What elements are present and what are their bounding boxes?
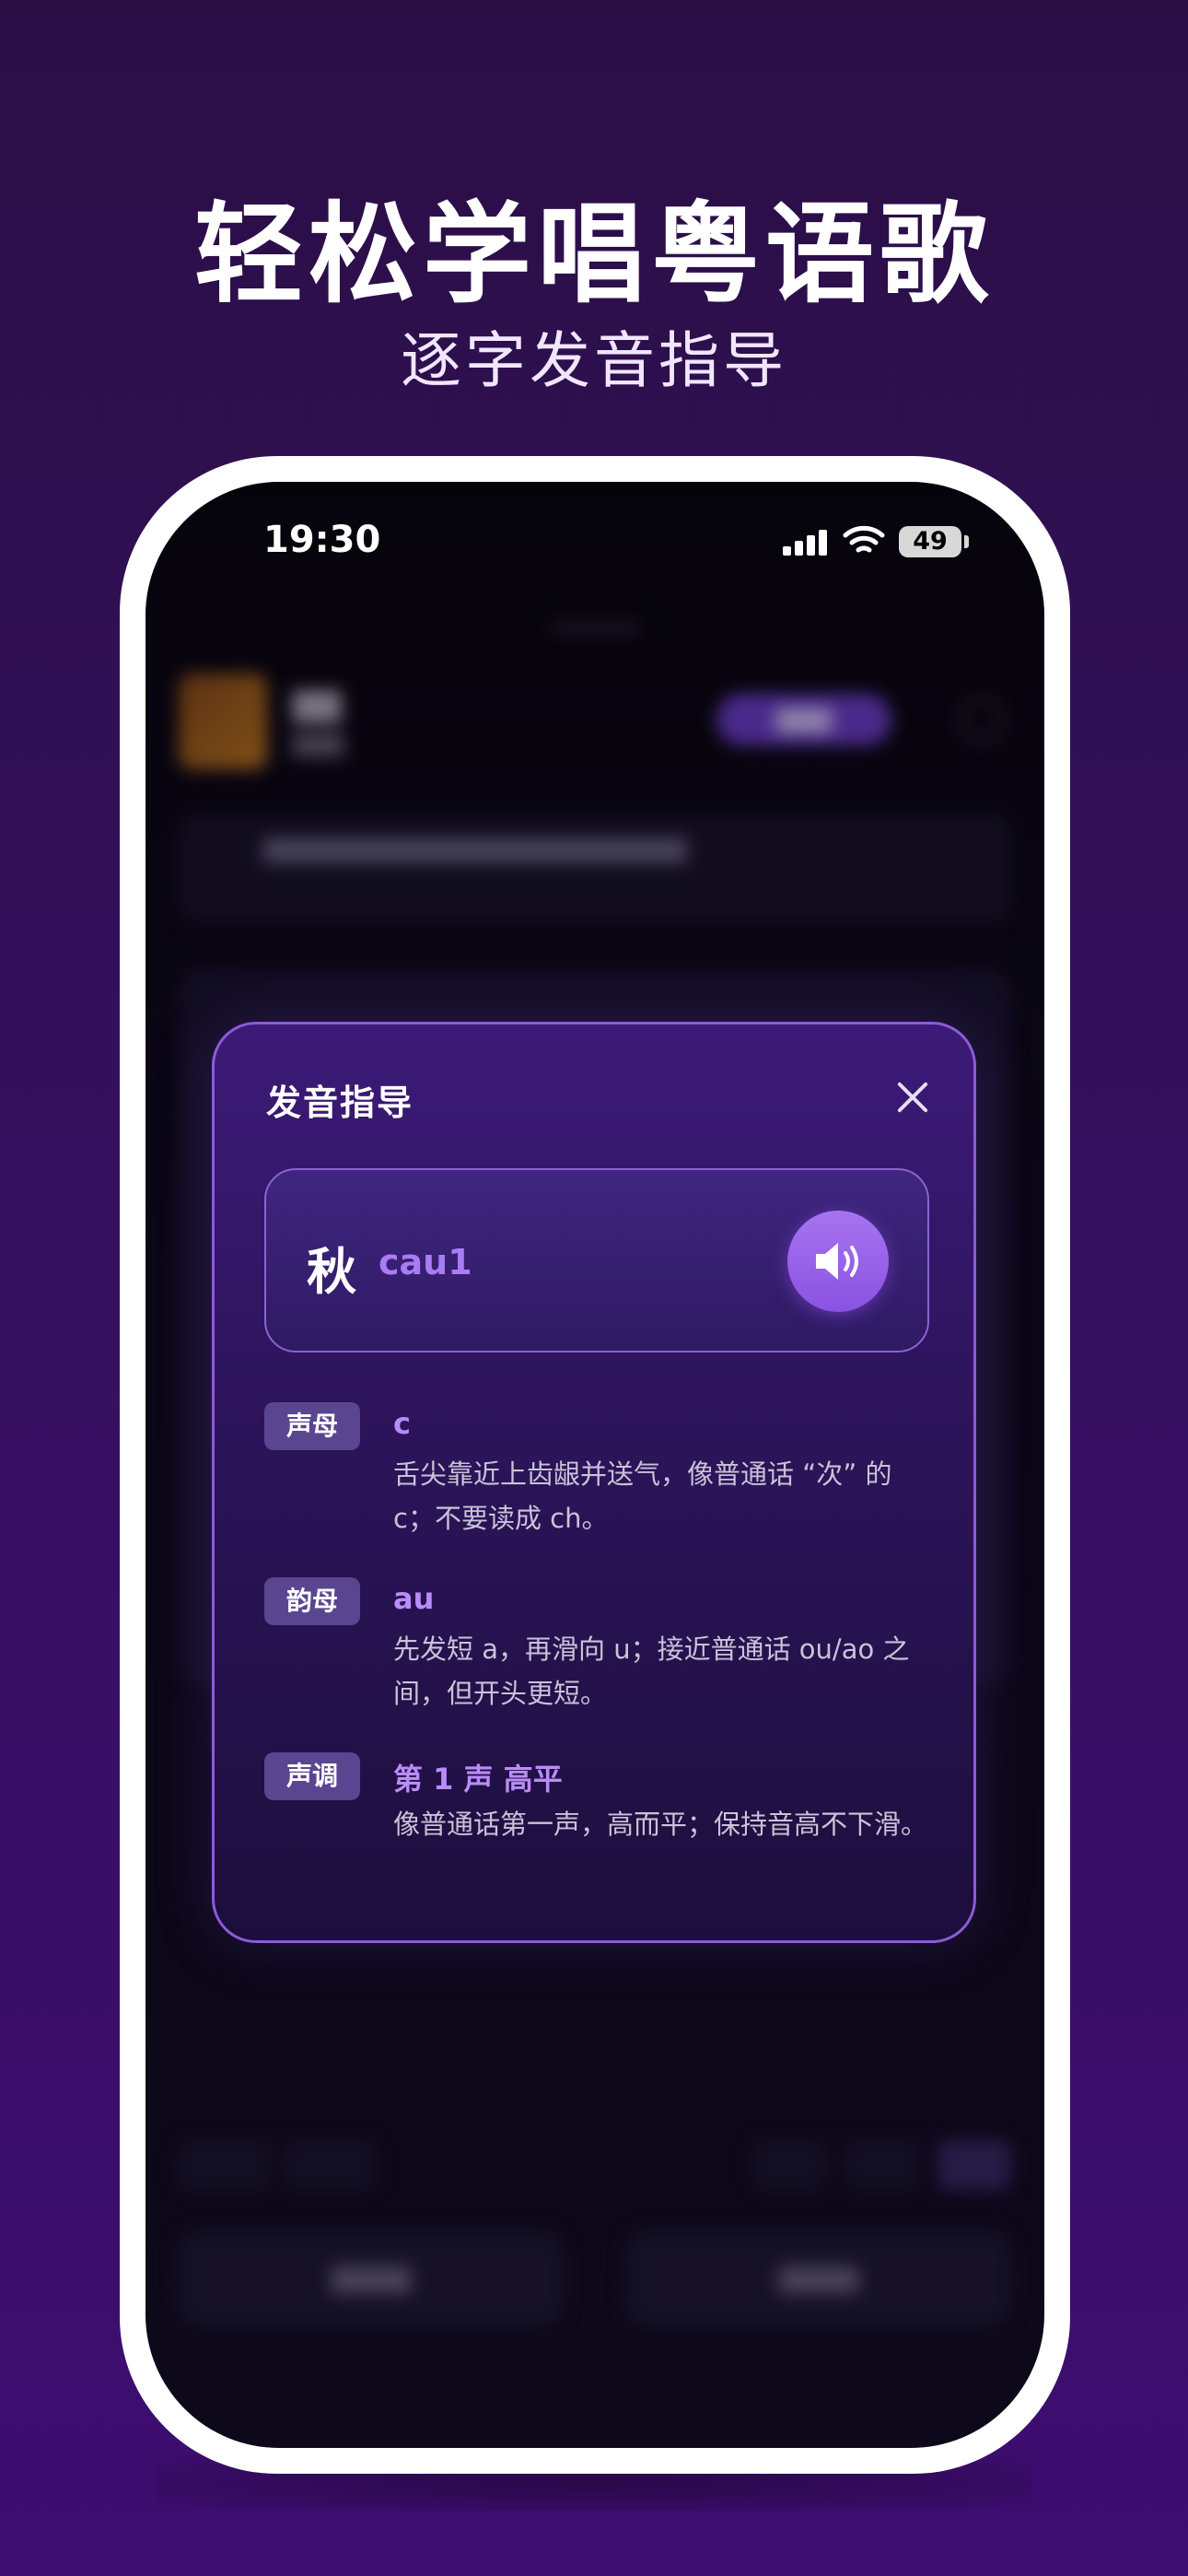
jyutping: cau1 — [379, 1242, 472, 1282]
initial-value: c — [393, 1406, 411, 1441]
status-time: 19:30 — [263, 519, 381, 561]
tone-description: 像普通话第一声，高而平；保持音高不下滑。 — [393, 1809, 928, 1840]
subheadline: 逐字发音指导 — [401, 325, 787, 396]
final-tag: 韵母 — [264, 1577, 360, 1625]
initial-tag: 声母 — [264, 1402, 360, 1450]
tone-section: 声调 第 1 声 高平 像普通话第一声，高而平；保持音高不下滑。 — [264, 1752, 927, 1900]
wifi-icon — [843, 525, 885, 553]
word-card: 秋 cau1 — [264, 1168, 929, 1352]
close-icon[interactable] — [891, 1076, 934, 1118]
headline: 轻松学唱粤语歌 — [193, 191, 994, 318]
initial-description: 舌尖靠近上齿龈并送气，像普通话 “次” 的 c；不要读成 ch。 — [393, 1458, 892, 1534]
battery-indicator: 49 — [899, 526, 961, 557]
pronunciation-guide-dialog: 发音指导 秋 cau1 声母 c 舌尖靠近上齿龈并送气，像普通话 “次” 的 c… — [212, 1022, 976, 1943]
battery-tip — [964, 535, 969, 548]
tone-tag: 声调 — [264, 1752, 360, 1800]
phone-screen: ▇▇ ▇▇▇ ▇▇▇ ▇▇▇▇▇▇▇▇▇▇▇▇▇▇▇▇▇▇▇▇▇▇▇ ▇▇▇▇ … — [146, 482, 1044, 2448]
initial-section: 声母 c 舌尖靠近上齿龈并送气，像普通话 “次” 的 c；不要读成 ch。 — [264, 1402, 927, 1550]
cellular-signal-icon — [783, 530, 829, 556]
play-pronunciation-button[interactable] — [787, 1211, 889, 1312]
status-bar: 19:30 49 — [146, 482, 1044, 602]
tone-value: 第 1 声 高平 — [393, 1762, 563, 1797]
final-section: 韵母 au 先发短 a，再滑向 u；接近普通话 ou/ao 之间，但开头更短。 — [264, 1577, 927, 1725]
dialog-title: 发音指导 — [266, 1083, 414, 1123]
final-description: 先发短 a，再滑向 u；接近普通话 ou/ao 之间，但开头更短。 — [393, 1633, 910, 1709]
final-value: au — [393, 1581, 435, 1616]
phone-frame: ▇▇ ▇▇▇ ▇▇▇ ▇▇▇▇▇▇▇▇▇▇▇▇▇▇▇▇▇▇▇▇▇▇▇ ▇▇▇▇ … — [120, 456, 1070, 2474]
character: 秋 — [307, 1243, 356, 1301]
speaker-icon — [816, 1243, 858, 1280]
